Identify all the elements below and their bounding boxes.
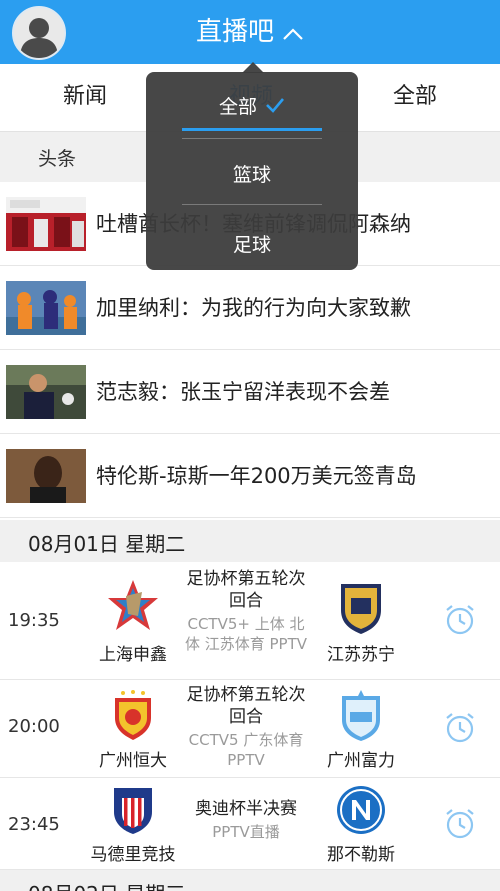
- section-title: 头条: [38, 148, 77, 170]
- match-time: 20:00: [8, 716, 60, 737]
- home-team: 上海申鑫: [78, 578, 188, 665]
- news-thumbnail: [6, 365, 86, 419]
- app-header: 直播吧: [0, 0, 500, 64]
- match-row[interactable]: 19:35 上海申鑫 足协杯第五轮次回合 CCTV5+ 上体 北体 江苏体育 P…: [0, 562, 500, 680]
- alarm-clock-icon[interactable]: [442, 710, 478, 746]
- guangzhou-evergrande-logo: [115, 690, 151, 740]
- news-thumbnail: [6, 281, 86, 335]
- date-label: 08月01日 星期二: [28, 532, 186, 556]
- match-info: 奥迪杯半决赛 PPTV直播: [184, 798, 308, 842]
- match-time: 23:45: [8, 814, 60, 835]
- dropdown-divider: [182, 138, 322, 139]
- news-item[interactable]: 范志毅：张玉宁留洋表现不会差: [0, 350, 500, 434]
- away-team-name: 广州富力: [327, 751, 395, 771]
- jiangsu-suning-logo: [341, 584, 381, 634]
- news-title: 特伦斯-琼斯一年200万美元签青岛: [96, 464, 417, 488]
- match-channel: PPTV直播: [212, 823, 280, 841]
- news-title: 加里纳利：为我的行为向大家致歉: [96, 296, 411, 320]
- news-thumbnail: [6, 197, 86, 251]
- channel-dropdown-menu: 全部 篮球 足球: [146, 62, 358, 270]
- away-team-name: 江苏苏宁: [327, 645, 395, 665]
- guangzhou-rf-logo: [342, 690, 380, 741]
- match-row[interactable]: 20:00 广州恒大 足协杯第五轮次回合 CCTV5 广东体育 PPTV 广州富…: [0, 680, 500, 778]
- match-event: 足协杯第五轮次回合: [186, 569, 306, 611]
- match-channel: CCTV5 广东体育 PPTV: [188, 731, 304, 769]
- date-header: 08月01日 星期二: [0, 520, 500, 562]
- napoli-logo: [337, 786, 385, 834]
- dropdown-active-indicator: [182, 128, 322, 131]
- alarm-clock-icon[interactable]: [442, 806, 478, 842]
- dropdown-item-all[interactable]: 全部: [146, 92, 358, 119]
- match-row[interactable]: 23:45 马德里竞技 奥迪杯半决赛 PPTV直播 那不勒斯: [0, 778, 500, 870]
- news-item[interactable]: 加里纳利：为我的行为向大家致歉: [0, 266, 500, 350]
- chevron-up-icon: [282, 15, 304, 51]
- match-time: 19:35: [8, 610, 60, 631]
- atletico-madrid-logo: [114, 788, 152, 834]
- away-team: 广州富力: [306, 688, 416, 771]
- shanghai-shenxin-logo: [108, 580, 158, 630]
- away-team-name: 那不勒斯: [327, 845, 395, 865]
- dropdown-item-basketball[interactable]: 篮球: [146, 160, 358, 187]
- tab-all[interactable]: 全部: [360, 64, 470, 130]
- home-team: 广州恒大: [78, 688, 188, 771]
- channel-selector[interactable]: 直播吧: [0, 14, 500, 51]
- dropdown-item-football[interactable]: 足球: [146, 230, 358, 257]
- match-channel: CCTV5+ 上体 北体 江苏体育 PPTV: [184, 615, 308, 653]
- home-team: 马德里竞技: [78, 784, 188, 865]
- news-title: 范志毅：张玉宁留洋表现不会差: [96, 380, 390, 404]
- dropdown-item-label: 全部: [218, 96, 257, 118]
- tab-news[interactable]: 新闻: [30, 64, 140, 130]
- match-info: 足协杯第五轮次回合 CCTV5 广东体育 PPTV: [184, 684, 308, 770]
- dropdown-pointer: [242, 62, 264, 73]
- match-info: 足协杯第五轮次回合 CCTV5+ 上体 北体 江苏体育 PPTV: [184, 568, 308, 654]
- home-team-name: 广州恒大: [99, 751, 167, 771]
- news-item[interactable]: 特伦斯-琼斯一年200万美元签青岛: [0, 434, 500, 518]
- alarm-clock-icon[interactable]: [442, 602, 478, 638]
- checkmark-icon: [265, 96, 285, 119]
- date-header: 08月02日 星期三: [0, 870, 500, 891]
- home-team-name: 马德里竞技: [90, 845, 176, 865]
- away-team: 那不勒斯: [306, 784, 416, 865]
- news-thumbnail: [6, 449, 86, 503]
- date-label: 08月02日 星期三: [28, 878, 185, 891]
- match-event: 足协杯第五轮次回合: [186, 685, 306, 727]
- home-team-name: 上海申鑫: [99, 645, 167, 665]
- app-title: 直播吧: [195, 17, 274, 47]
- match-event: 奥迪杯半决赛: [195, 799, 297, 819]
- dropdown-divider: [182, 204, 322, 205]
- away-team: 江苏苏宁: [306, 578, 416, 665]
